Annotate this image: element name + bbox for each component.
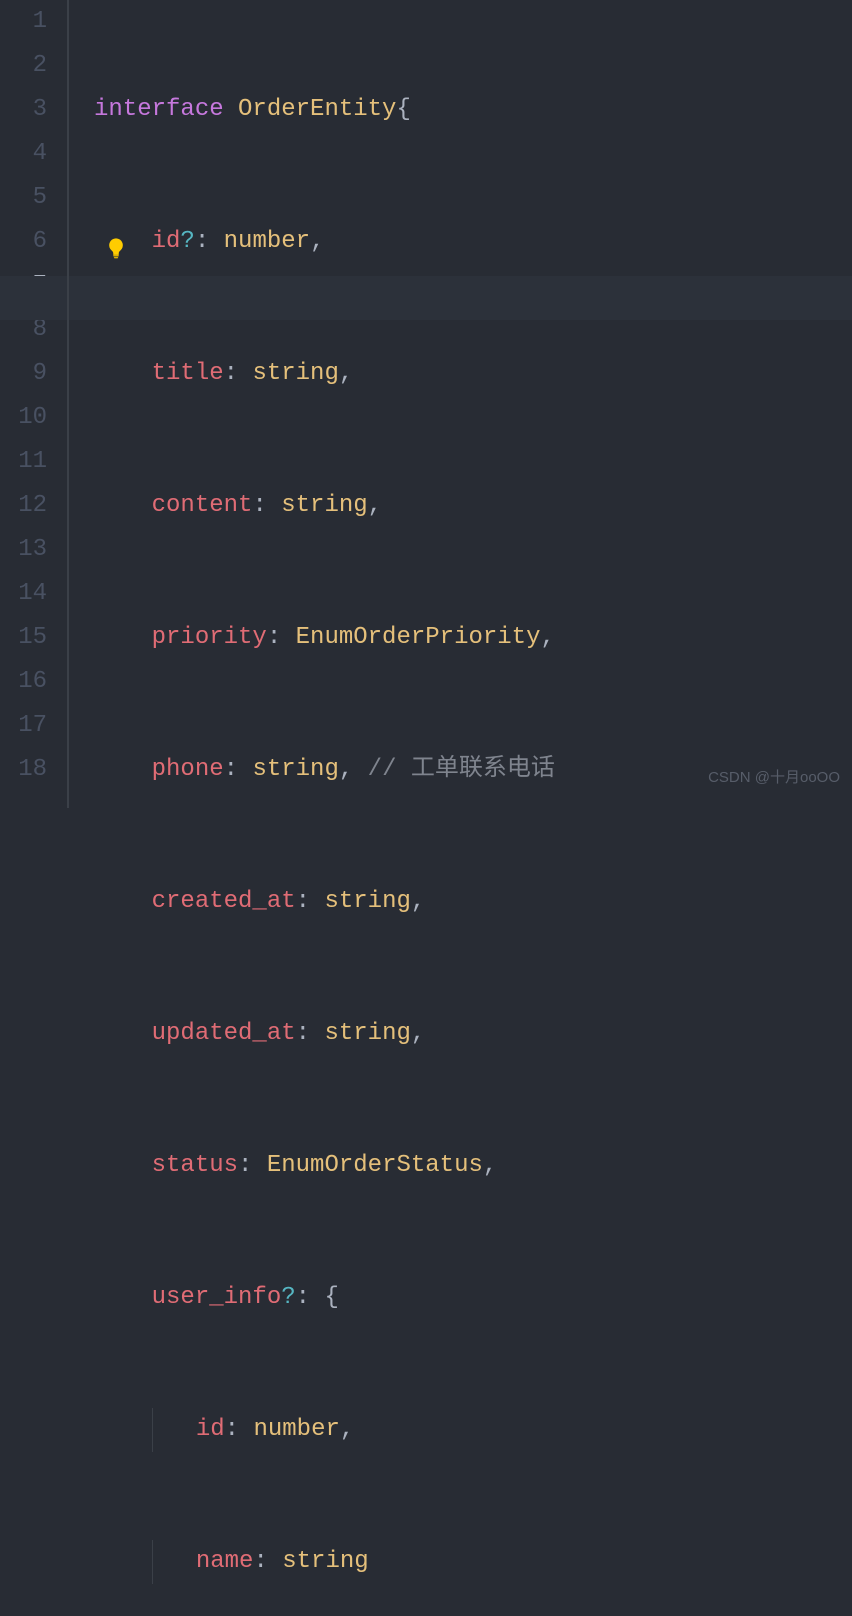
type: EnumOrderPriority	[296, 624, 541, 651]
line-number: 10	[0, 396, 47, 440]
colon: :	[238, 1152, 252, 1179]
comma: ,	[339, 756, 353, 783]
comma: ,	[368, 492, 382, 519]
type: string	[252, 360, 338, 387]
property: created_at	[152, 888, 296, 915]
keyword: interface	[94, 96, 224, 123]
code-line[interactable]: title: string,	[94, 352, 852, 396]
type: number	[253, 1416, 339, 1443]
code-editor[interactable]: 1 2 3 4 5 6 7 8 9 10 11 12 13 14 15 16 1…	[0, 0, 852, 808]
code-line[interactable]: status: EnumOrderStatus,	[94, 1144, 852, 1188]
code-line[interactable]: created_at: string,	[94, 880, 852, 924]
colon: :	[224, 756, 238, 783]
line-number: 6	[0, 220, 47, 264]
code-line[interactable]: id?: number,	[94, 220, 852, 264]
property: name	[196, 1548, 254, 1575]
comment: // 工单联系电话	[368, 756, 555, 783]
type: string	[324, 888, 410, 915]
line-number: 15	[0, 616, 47, 660]
comma: ,	[340, 1416, 354, 1443]
brace: {	[396, 96, 410, 123]
type: string	[324, 1020, 410, 1047]
line-number: 3	[0, 88, 47, 132]
line-number: 17	[0, 704, 47, 748]
brace: {	[324, 1284, 338, 1311]
colon: :	[296, 888, 310, 915]
line-number: 5	[0, 176, 47, 220]
comma: ,	[411, 888, 425, 915]
comma: ,	[339, 360, 353, 387]
colon: :	[195, 228, 209, 255]
line-number: 2	[0, 44, 47, 88]
colon: :	[252, 492, 266, 519]
code-line[interactable]: content: string,	[94, 484, 852, 528]
line-number: 12	[0, 484, 47, 528]
type: number	[224, 228, 310, 255]
line-number: 13	[0, 528, 47, 572]
code-line[interactable]: priority: EnumOrderPriority,	[94, 616, 852, 660]
colon: :	[296, 1020, 310, 1047]
code-line[interactable]: updated_at: string,	[94, 1012, 852, 1056]
line-number: 14	[0, 572, 47, 616]
code-line[interactable]: interface OrderEntity{	[94, 88, 852, 132]
property: priority	[152, 624, 267, 651]
code-content[interactable]: interface OrderEntity{ id?: number, titl…	[67, 0, 852, 808]
line-number: 9	[0, 352, 47, 396]
property: title	[152, 360, 224, 387]
line-number: 4	[0, 132, 47, 176]
type: EnumOrderStatus	[267, 1152, 483, 1179]
lightbulb-icon[interactable]	[105, 232, 125, 252]
comma: ,	[310, 228, 324, 255]
line-number: 1	[0, 0, 47, 44]
property: id	[152, 228, 181, 255]
property: content	[152, 492, 253, 519]
colon: :	[296, 1284, 310, 1311]
colon: :	[253, 1548, 267, 1575]
property: updated_at	[152, 1020, 296, 1047]
code-line[interactable]: phone: string, // 工单联系电话	[94, 748, 852, 792]
optional-mark: ?	[180, 228, 194, 255]
property: phone	[152, 756, 224, 783]
type-name: OrderEntity	[238, 96, 396, 123]
code-line[interactable]: user_info?: {	[94, 1276, 852, 1320]
code-line[interactable]: id: number,	[94, 1408, 852, 1452]
property: user_info	[152, 1284, 282, 1311]
property: id	[196, 1416, 225, 1443]
comma: ,	[540, 624, 554, 651]
optional-mark: ?	[281, 1284, 295, 1311]
type: string	[252, 756, 338, 783]
code-line[interactable]: name: string	[94, 1540, 852, 1584]
line-number: 16	[0, 660, 47, 704]
comma: ,	[483, 1152, 497, 1179]
type: string	[281, 492, 367, 519]
colon: :	[267, 624, 281, 651]
colon: :	[224, 360, 238, 387]
line-number: 11	[0, 440, 47, 484]
property: status	[152, 1152, 238, 1179]
line-number: 18	[0, 748, 47, 792]
comma: ,	[411, 1020, 425, 1047]
line-number-gutter: 1 2 3 4 5 6 7 8 9 10 11 12 13 14 15 16 1…	[0, 0, 67, 808]
type: string	[282, 1548, 368, 1575]
colon: :	[225, 1416, 239, 1443]
